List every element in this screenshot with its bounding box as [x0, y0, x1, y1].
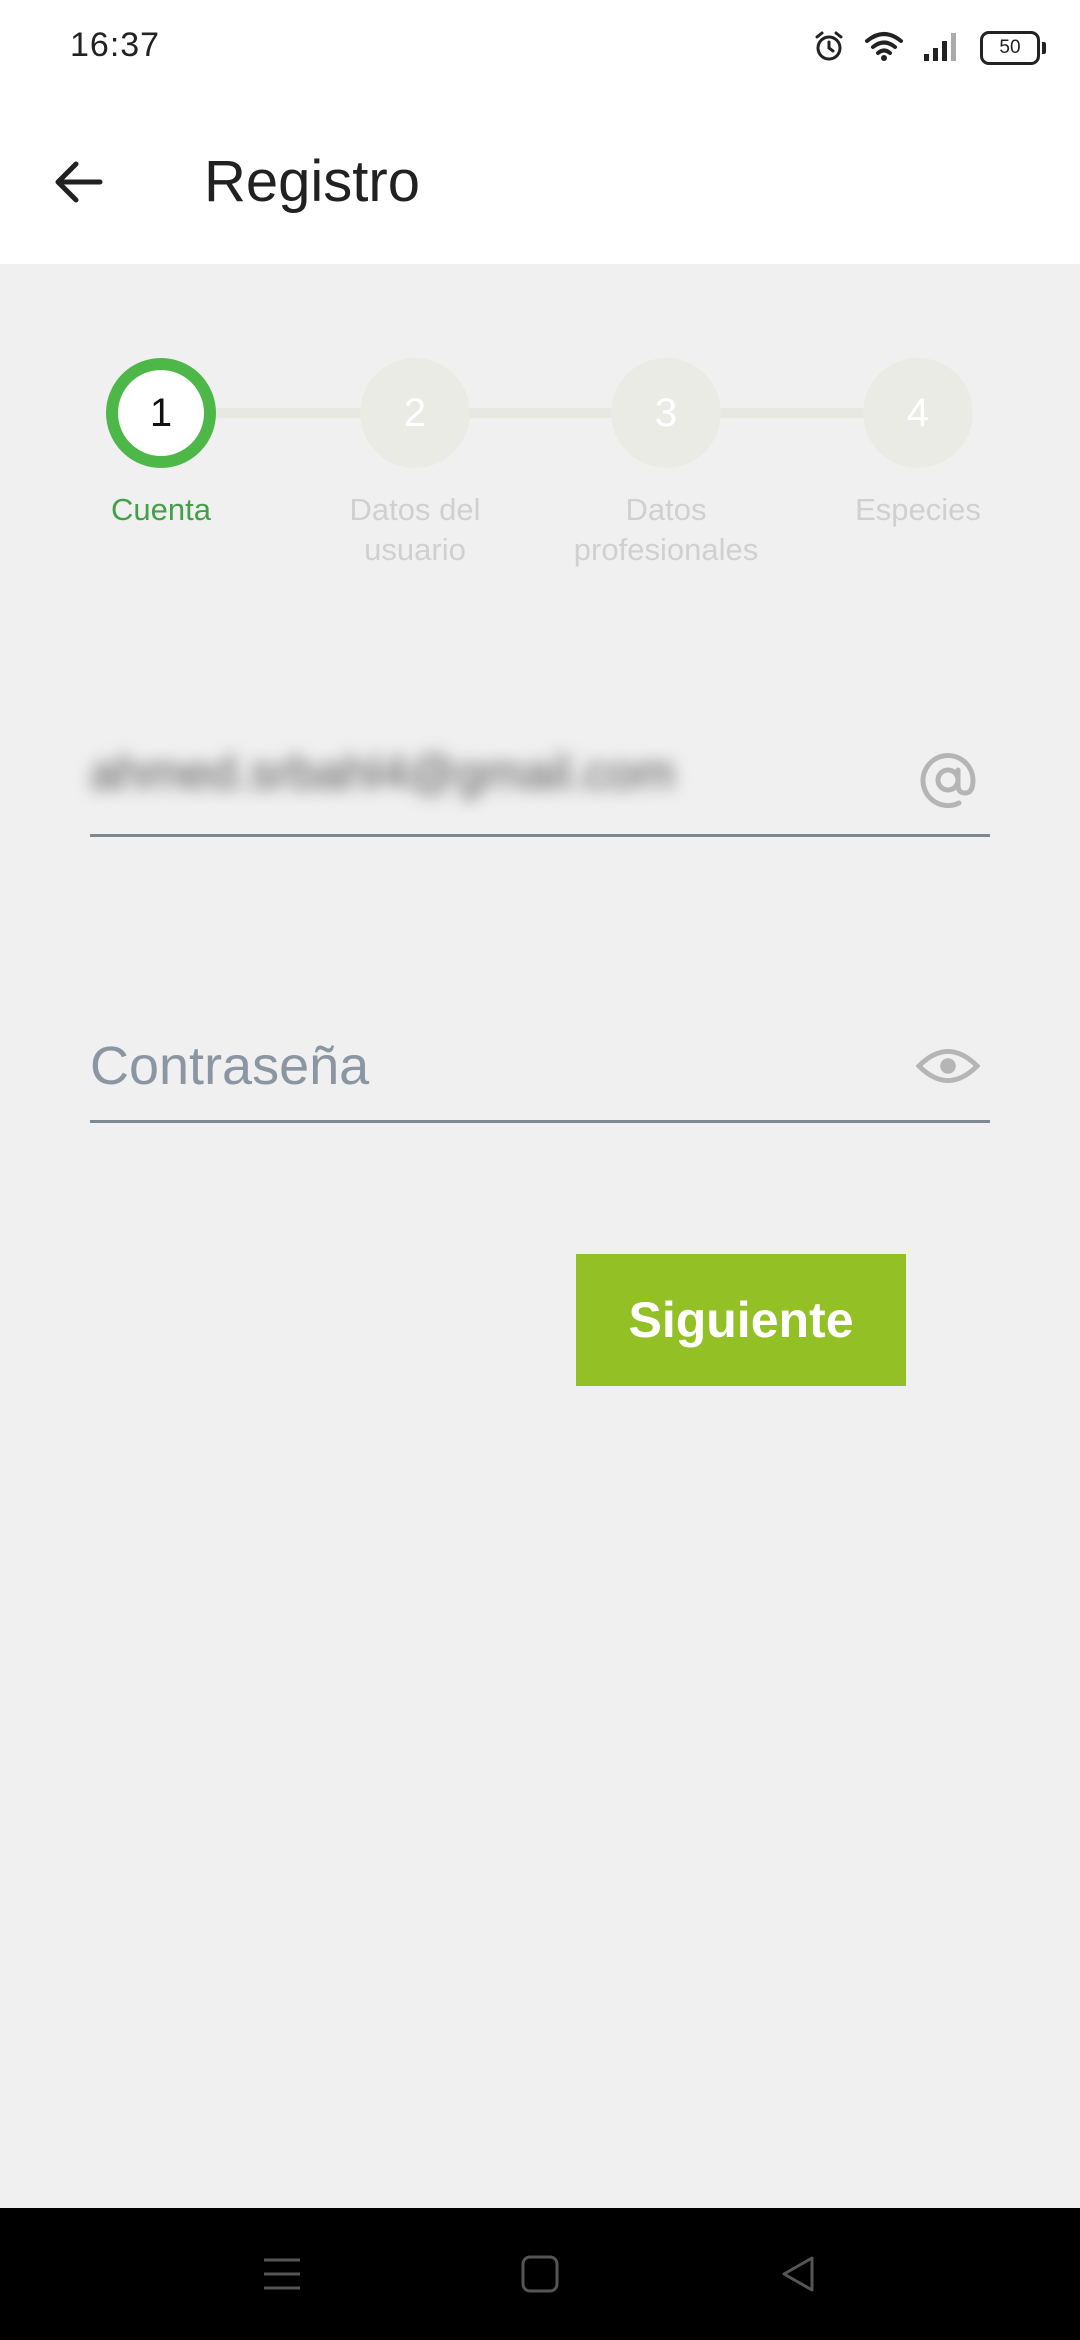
eye-icon[interactable] — [916, 1034, 980, 1098]
alarm-icon — [812, 29, 846, 68]
menu-icon[interactable] — [252, 2244, 312, 2304]
step-3-label-line1: Datos — [625, 492, 707, 527]
step-2-label-line1: Datos del — [349, 492, 481, 527]
app-bar: Registro — [0, 96, 1080, 264]
step-connector — [216, 408, 366, 418]
email-field[interactable]: ahmed.srbahl4@gmail.com — [90, 724, 990, 837]
step-2-label-line2: usuario — [364, 532, 466, 567]
step-1-label-line1: Cuenta — [111, 492, 211, 527]
status-time: 16:37 — [70, 26, 161, 64]
step-3-circle[interactable]: 3 — [611, 358, 721, 468]
step-4-label-line1: Especies — [855, 492, 981, 527]
battery-icon: 50 — [980, 31, 1046, 65]
step-3-label-line2: profesionales — [573, 532, 759, 567]
email-value: ahmed.srbahl4@gmail.com — [90, 747, 675, 800]
system-nav-bar — [0, 2208, 1080, 2340]
step-4-circle[interactable]: 4 — [863, 358, 973, 468]
password-placeholder: Contraseña — [90, 1036, 370, 1096]
step-connector — [718, 408, 868, 418]
page-title: Registro — [204, 149, 420, 214]
arrow-back-icon — [55, 161, 103, 203]
next-button[interactable]: Siguiente — [576, 1254, 906, 1386]
wifi-icon — [864, 30, 904, 67]
status-bar: 16:37 50 — [0, 0, 1080, 96]
password-field[interactable]: Contraseña — [90, 1010, 990, 1123]
step-2-label: Datos del usuario — [305, 490, 525, 570]
back-button[interactable] — [42, 146, 114, 218]
home-icon[interactable] — [510, 2244, 570, 2304]
at-icon — [916, 748, 980, 812]
back-triangle-icon[interactable] — [768, 2244, 828, 2304]
signal-icon — [922, 30, 962, 67]
step-1-label: Cuenta — [51, 490, 271, 530]
step-1-circle[interactable]: 1 — [106, 358, 216, 468]
status-icons: 50 — [812, 28, 1046, 68]
step-4-label: Especies — [808, 490, 1028, 530]
step-2-circle[interactable]: 2 — [360, 358, 470, 468]
step-3-label: Datos profesionales — [556, 490, 776, 570]
step-connector — [466, 408, 616, 418]
registration-stepper: 1 2 3 4 Cuenta Datos del usuario Datos p… — [0, 330, 1080, 590]
